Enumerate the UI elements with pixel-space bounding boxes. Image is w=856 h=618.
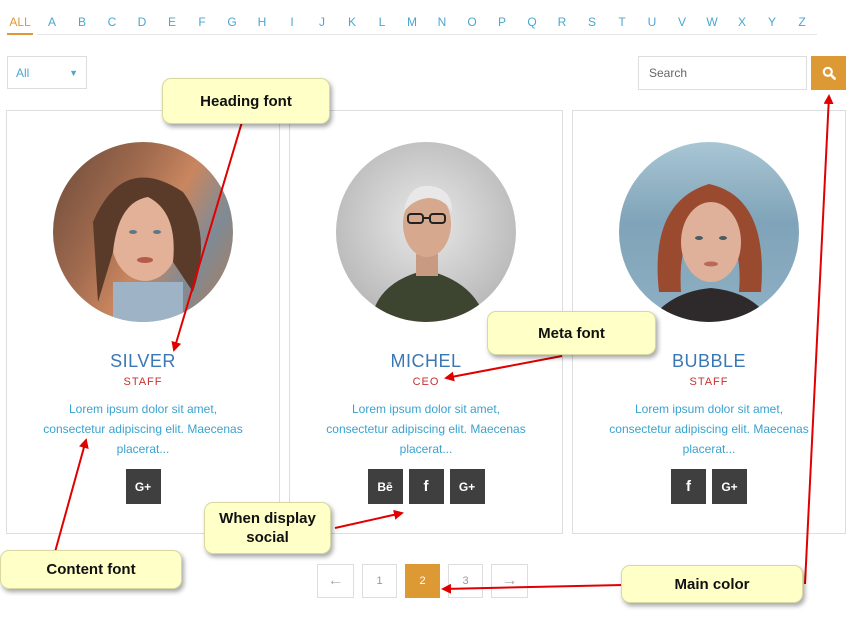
behance-icon[interactable]: Bē	[367, 469, 403, 504]
alpha-u[interactable]: U	[637, 12, 667, 35]
alpha-k[interactable]: K	[337, 12, 367, 35]
callout-heading-font: Heading font	[162, 78, 330, 124]
alpha-m[interactable]: M	[397, 12, 427, 35]
member-role: STAFF	[123, 376, 163, 388]
alpha-h[interactable]: H	[247, 12, 277, 35]
caret-down-icon: ▼	[69, 67, 78, 78]
pagination-prev[interactable]: ←	[317, 564, 354, 598]
alpha-j[interactable]: J	[307, 12, 337, 35]
callout-meta-font: Meta font	[487, 311, 656, 355]
alpha-all[interactable]: ALL	[7, 12, 33, 35]
avatar-photo	[336, 142, 516, 322]
alpha-z[interactable]: Z	[787, 12, 817, 35]
member-description: Lorem ipsum dolor sit amet, consectetur …	[609, 402, 809, 456]
callout-main-color: Main color	[621, 565, 803, 603]
search-button[interactable]	[811, 56, 846, 90]
alphabet-filter: ALL A B C D E F G H I J K L M N O P Q R …	[7, 12, 817, 35]
pagination-page-3[interactable]: 3	[448, 564, 483, 598]
pagination-page-2[interactable]: 2	[405, 564, 440, 598]
alpha-y[interactable]: Y	[757, 12, 787, 35]
alpha-g[interactable]: G	[217, 12, 247, 35]
alpha-f[interactable]: F	[187, 12, 217, 35]
google-plus-icon[interactable]: G+	[712, 469, 747, 504]
member-role: CEO	[412, 376, 440, 388]
alpha-t[interactable]: T	[607, 12, 637, 35]
alpha-w[interactable]: W	[697, 12, 727, 35]
team-member-card: SILVER STAFF Lorem ipsum dolor sit amet,…	[6, 110, 280, 534]
alpha-x[interactable]: X	[727, 12, 757, 35]
alpha-c[interactable]: C	[97, 12, 127, 35]
alpha-s[interactable]: S	[577, 12, 607, 35]
search-input[interactable]	[638, 56, 807, 90]
alpha-r[interactable]: R	[547, 12, 577, 35]
alpha-p[interactable]: P	[487, 12, 517, 35]
facebook-icon[interactable]: f	[408, 469, 444, 504]
alpha-i[interactable]: I	[277, 12, 307, 35]
avatar-photo	[619, 142, 799, 322]
member-name[interactable]: SILVER	[7, 351, 279, 372]
callout-content-font: Content font	[0, 550, 182, 589]
member-description: Lorem ipsum dolor sit amet, consectetur …	[43, 402, 243, 456]
alpha-o[interactable]: O	[457, 12, 487, 35]
pagination-next[interactable]: →	[491, 564, 528, 598]
callout-when-display-social: When display social	[204, 502, 331, 554]
alpha-n[interactable]: N	[427, 12, 457, 35]
google-plus-icon[interactable]: G+	[449, 469, 485, 504]
alpha-q[interactable]: Q	[517, 12, 547, 35]
category-select-value: All	[16, 65, 30, 80]
search-icon	[822, 66, 836, 80]
social-links: f G+	[573, 469, 845, 504]
member-role: STAFF	[689, 376, 729, 388]
alpha-d[interactable]: D	[127, 12, 157, 35]
alpha-a[interactable]: A	[37, 12, 67, 35]
alpha-e[interactable]: E	[157, 12, 187, 35]
avatar-photo	[53, 142, 233, 322]
alpha-v[interactable]: V	[667, 12, 697, 35]
alpha-l[interactable]: L	[367, 12, 397, 35]
member-description: Lorem ipsum dolor sit amet, consectetur …	[326, 402, 526, 456]
category-select[interactable]: All ▼	[7, 56, 87, 89]
social-links: G+	[7, 469, 279, 504]
social-links: Bē f G+	[290, 469, 562, 504]
pagination-page-1[interactable]: 1	[362, 564, 397, 598]
facebook-icon[interactable]: f	[671, 469, 706, 504]
google-plus-icon[interactable]: G+	[125, 469, 161, 504]
alpha-b[interactable]: B	[67, 12, 97, 35]
